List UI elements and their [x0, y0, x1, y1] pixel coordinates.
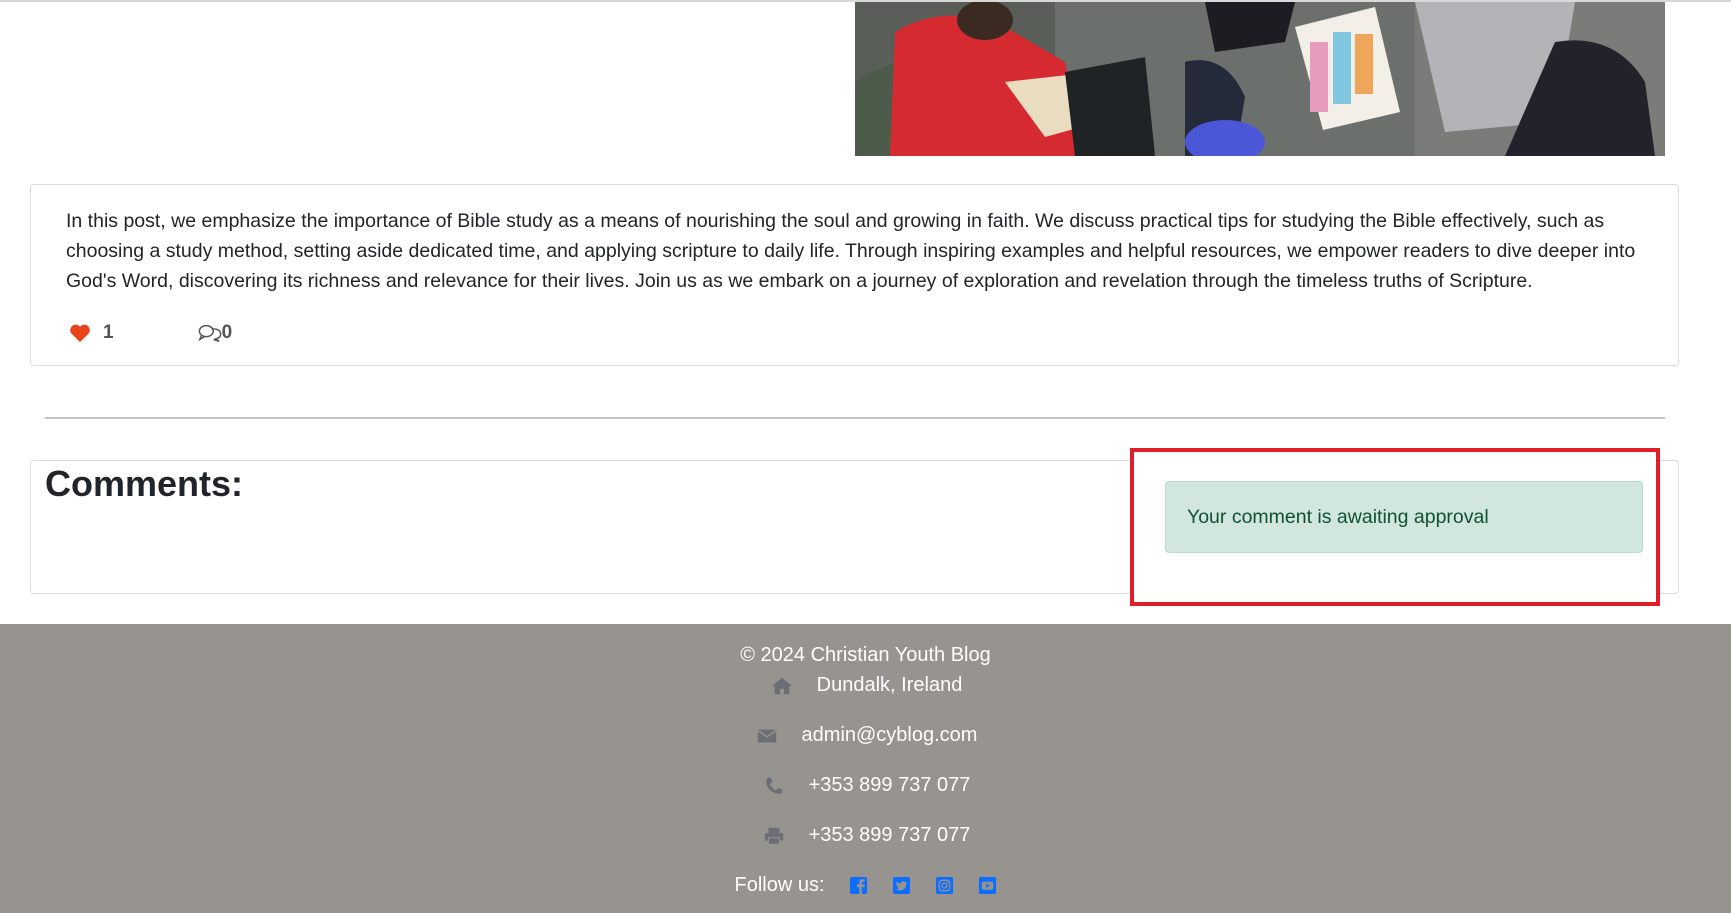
envelope-icon — [754, 725, 780, 747]
section-divider — [45, 417, 1665, 419]
address-text: Dundalk, Ireland — [816, 674, 963, 696]
footer-fax: +353 899 737 077 — [0, 824, 1731, 847]
footer-phone: +353 899 737 077 — [0, 774, 1731, 797]
comment-count: 0 — [221, 322, 233, 343]
printer-icon — [761, 825, 787, 847]
footer-copyright: © 2024 Christian Youth Blog — [0, 644, 1731, 667]
footer-address: Dundalk, Ireland — [0, 674, 1731, 697]
comment-button[interactable]: 0 — [197, 322, 233, 344]
comment-icon — [197, 324, 221, 343]
twitter-icon[interactable] — [892, 876, 911, 895]
email-link[interactable]: admin@cyblog.com — [802, 724, 978, 747]
post-reactions: 1 0 — [69, 319, 232, 347]
post-card: In this post, we emphasize the importanc… — [30, 184, 1679, 366]
follow-label: Follow us: — [734, 874, 825, 896]
site-footer: © 2024 Christian Youth Blog Dundalk, Ire… — [0, 624, 1731, 913]
footer-social: Follow us: — [0, 874, 1731, 897]
comment-approval-alert: Your comment is awaiting approval — [1165, 481, 1643, 553]
phone-icon — [761, 775, 787, 797]
post-body: In this post, we emphasize the importanc… — [66, 210, 1636, 292]
facebook-icon[interactable] — [849, 876, 868, 895]
copyright-text: © 2024 Christian Youth Blog — [740, 644, 991, 666]
fax-text: +353 899 737 077 — [808, 824, 971, 846]
post-image — [855, 2, 1665, 156]
youtube-icon[interactable] — [978, 876, 997, 895]
phone-text: +353 899 737 077 — [808, 774, 971, 796]
instagram-icon[interactable] — [935, 876, 954, 895]
home-icon — [769, 675, 795, 697]
like-button[interactable]: 1 — [69, 322, 114, 344]
heart-icon — [70, 324, 90, 343]
comments-heading: Comments: — [45, 463, 244, 504]
like-count: 1 — [103, 322, 114, 343]
footer-email: admin@cyblog.com — [0, 724, 1731, 747]
